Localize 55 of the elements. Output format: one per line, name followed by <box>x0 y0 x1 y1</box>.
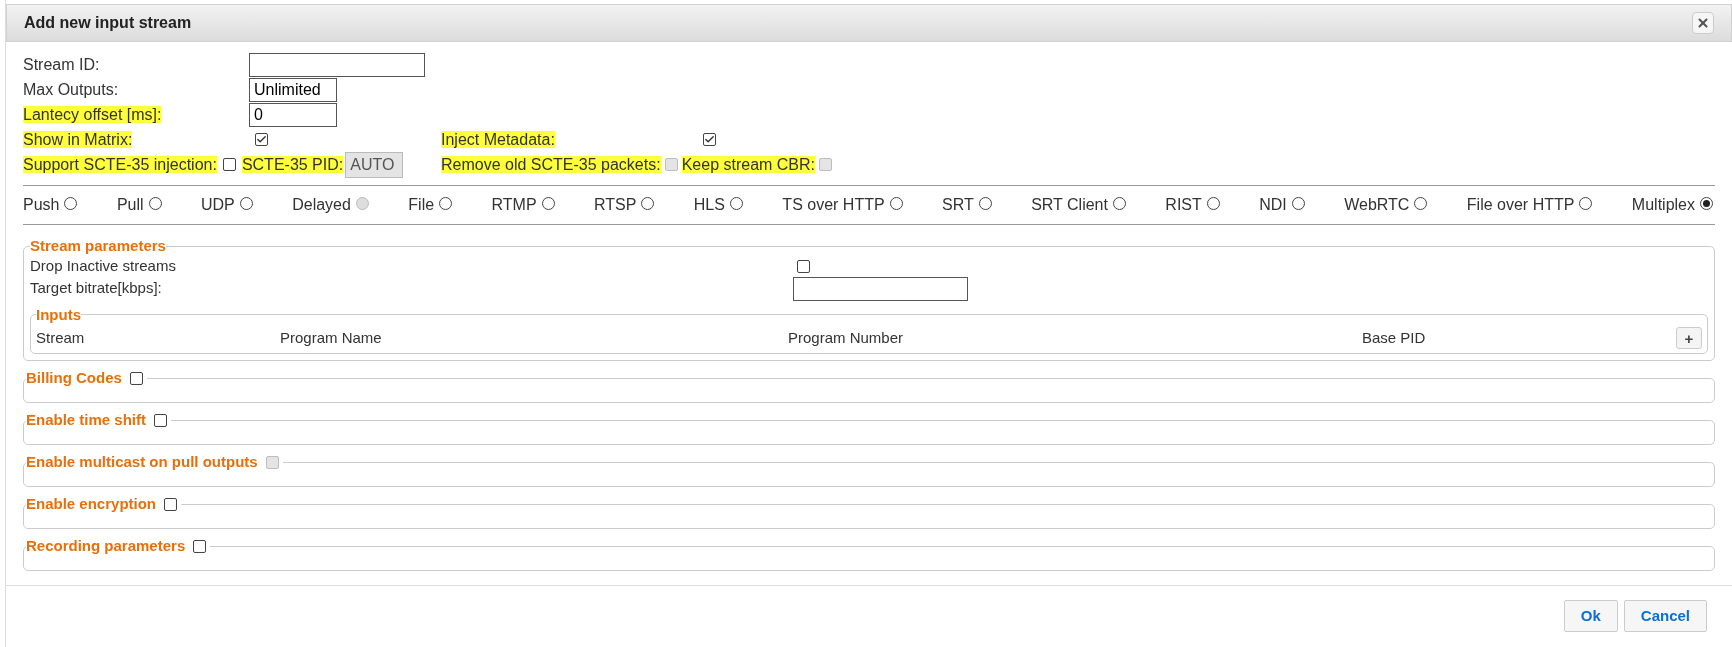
stream-type-option[interactable]: Pull <box>116 193 162 217</box>
section-title: Recording parameters <box>26 536 186 556</box>
text-field[interactable]: Unlimited <box>249 77 337 102</box>
stream-type-option[interactable]: RTSP <box>594 193 655 217</box>
checkbox[interactable] <box>255 133 268 146</box>
field-label: Support SCTE-35 injection: <box>23 154 217 175</box>
dialog-title: Add new input stream <box>24 13 192 33</box>
panel-title: Stream parameters <box>30 236 166 256</box>
checkbox[interactable] <box>129 371 143 385</box>
stream-type-option[interactable]: UDP <box>201 193 253 217</box>
stream-type-option[interactable]: WebRTC <box>1344 193 1428 217</box>
checkbox[interactable] <box>193 539 207 553</box>
panel-title: Inputs <box>36 304 81 325</box>
checkbox[interactable] <box>703 133 716 146</box>
stream-type-option[interactable]: Push <box>23 193 78 217</box>
text-field[interactable] <box>249 52 425 77</box>
checkbox[interactable] <box>164 497 178 511</box>
field-label: SCTE-35 PID: <box>241 154 344 175</box>
field-label: Keep stream CBR: <box>681 154 816 175</box>
stream-type-option[interactable]: File <box>408 193 453 217</box>
section-title: Billing Codes <box>26 368 122 388</box>
stream-type-option[interactable]: SRT <box>942 193 992 217</box>
text-field[interactable]: 0 <box>249 102 337 127</box>
stream-type-option[interactable]: SRT Client <box>1031 193 1126 217</box>
field-label: Max Outputs: <box>23 79 120 100</box>
add-button[interactable]: + <box>1676 327 1702 349</box>
close-icon <box>1696 16 1710 30</box>
stream-type-option[interactable]: TS over HTTP <box>782 193 903 217</box>
stream-type-option[interactable]: File over HTTP <box>1466 193 1593 217</box>
field-label: Remove old SCTE-35 packets: <box>441 154 661 175</box>
section-title: Enable multicast on pull outputs <box>26 452 258 472</box>
field-label: Lantecy offset [ms]: <box>23 104 163 125</box>
field-label: Show in Matrix: <box>23 129 134 150</box>
stream-type-option[interactable]: RIST <box>1165 193 1220 217</box>
close-button[interactable] <box>1692 12 1714 34</box>
stream-type-option[interactable]: HLS <box>693 193 743 217</box>
column-header: Program Name <box>280 328 382 346</box>
checkbox[interactable] <box>154 413 168 427</box>
field-label: Target bitrate[kbps]: <box>30 278 163 299</box>
stream-type-option[interactable]: NDI <box>1259 193 1305 217</box>
stream-type-option[interactable]: Multiplex <box>1631 193 1713 217</box>
text-field[interactable] <box>793 276 968 301</box>
dialog-button[interactable]: Cancel <box>1623 600 1707 632</box>
column-header: Program Number <box>788 328 904 346</box>
section-title: Enable encryption <box>26 494 157 514</box>
field-label: Drop Inactive streams <box>30 256 177 277</box>
field-label: Stream ID: <box>23 54 101 75</box>
checkbox[interactable] <box>797 260 810 273</box>
section-title: Enable time shift <box>26 410 147 430</box>
column-header: Base PID <box>1362 328 1426 346</box>
column-header: Stream <box>36 328 85 346</box>
field-label: Inject Metadata: <box>441 129 556 150</box>
dialog-button[interactable]: Ok <box>1563 600 1618 632</box>
stream-type-option[interactable]: RTMP <box>491 193 555 217</box>
checkbox[interactable] <box>222 158 236 171</box>
